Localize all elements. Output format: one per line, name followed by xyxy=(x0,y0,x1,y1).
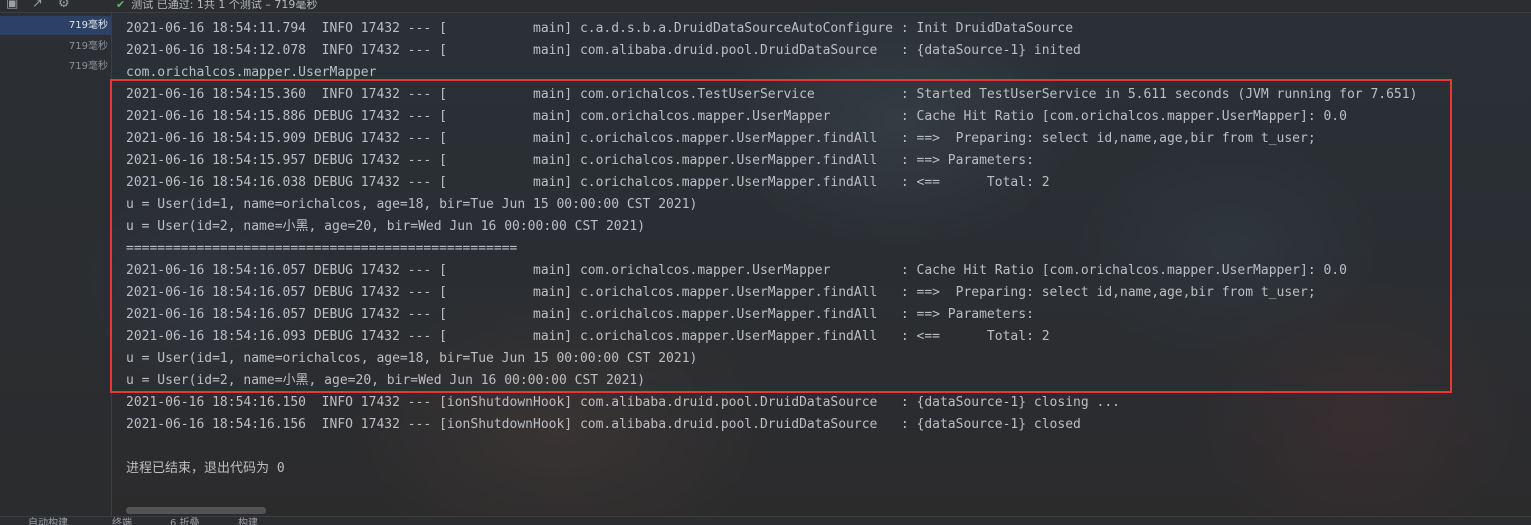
console-line: u = User(id=2, name=小黑, age=20, bir=Wed … xyxy=(126,373,646,388)
export-icon[interactable]: ↗ xyxy=(32,0,43,11)
run-toolbar: ▣ ↗ ⚙ ✔ 测试 已通过: 1共 1 个测试 – 719毫秒 xyxy=(0,0,1531,13)
layout-icon[interactable]: ▣ xyxy=(6,0,18,11)
console-line: 2021-06-16 18:54:15.909 DEBUG 17432 --- … xyxy=(126,131,1316,146)
test-tree-panel: 719毫秒 719毫秒 719毫秒 xyxy=(0,12,112,516)
console-line: u = User(id=2, name=小黑, age=20, bir=Wed … xyxy=(126,219,646,234)
test-tree-row[interactable]: 719毫秒 xyxy=(0,16,111,35)
console-line: 2021-06-16 18:54:16.057 DEBUG 17432 --- … xyxy=(126,263,1347,278)
console-line: ========================================… xyxy=(126,241,518,256)
test-tree-row[interactable]: 719毫秒 xyxy=(0,57,111,76)
test-status: ✔ 测试 已通过: 1共 1 个测试 – 719毫秒 xyxy=(116,0,317,12)
console-line: u = User(id=1, name=orichalcos, age=18, … xyxy=(126,351,698,366)
console-line: 2021-06-16 18:54:12.078 INFO 17432 --- [… xyxy=(126,43,1081,58)
console-line: com.orichalcos.mapper.UserMapper xyxy=(126,65,377,80)
console-line: 进程已结束，退出代码为 0 xyxy=(126,461,285,476)
console-output[interactable]: 2021-06-16 18:54:11.794 INFO 17432 --- [… xyxy=(126,18,1417,480)
console-line: 2021-06-16 18:54:16.156 INFO 17432 --- [… xyxy=(126,417,1081,432)
console-line: 2021-06-16 18:54:16.057 DEBUG 17432 --- … xyxy=(126,285,1316,300)
gear-icon[interactable]: ⚙ xyxy=(58,0,70,11)
console-line: 2021-06-16 18:54:15.360 INFO 17432 --- [… xyxy=(126,87,1418,102)
console-line: 2021-06-16 18:54:11.794 INFO 17432 --- [… xyxy=(126,21,1074,36)
horizontal-scrollbar[interactable] xyxy=(126,507,266,514)
test-status-text: 测试 已通过: 1共 1 个测试 – 719毫秒 xyxy=(131,0,318,11)
check-icon: ✔ xyxy=(116,0,126,11)
test-tree-row[interactable]: 719毫秒 xyxy=(0,37,111,56)
console-line: 2021-06-16 18:54:15.886 DEBUG 17432 --- … xyxy=(126,109,1347,124)
console-line: 2021-06-16 18:54:16.150 INFO 17432 --- [… xyxy=(126,395,1120,410)
console-line: 2021-06-16 18:54:16.038 DEBUG 17432 --- … xyxy=(126,175,1050,190)
console-line: 2021-06-16 18:54:15.957 DEBUG 17432 --- … xyxy=(126,153,1042,168)
console-line: 2021-06-16 18:54:16.057 DEBUG 17432 --- … xyxy=(126,307,1042,322)
console-line: u = User(id=1, name=orichalcos, age=18, … xyxy=(126,197,698,212)
console-line: 2021-06-16 18:54:16.093 DEBUG 17432 --- … xyxy=(126,329,1050,344)
